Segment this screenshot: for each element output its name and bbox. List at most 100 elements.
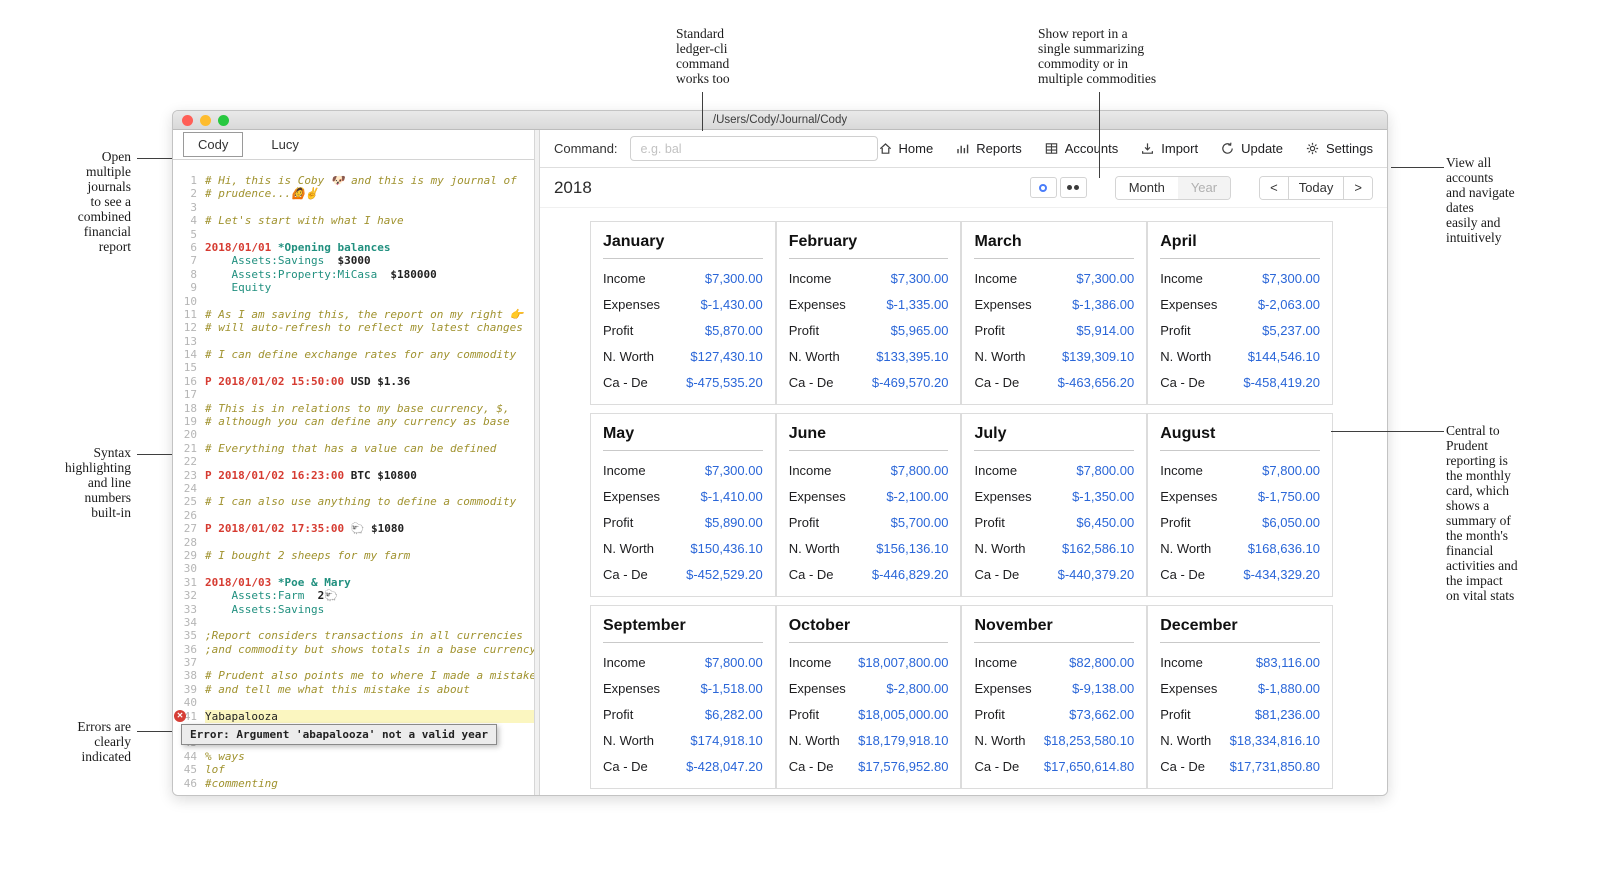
title-bar[interactable]: /Users/Cody/Journal/Cody: [173, 111, 1387, 130]
line-number: 4: [173, 214, 197, 227]
editor-line[interactable]: ✕41Yabapalooza: [173, 710, 534, 723]
month-card[interactable]: SeptemberIncome$7,800.00Expenses$-1,518.…: [590, 605, 776, 789]
today-button[interactable]: Today: [1288, 177, 1344, 199]
nav-accounts[interactable]: Accounts: [1044, 141, 1118, 156]
nav-accounts-label: Accounts: [1065, 141, 1118, 156]
editor-line[interactable]: 4# Let's start with what I have: [173, 214, 534, 227]
editor-line[interactable]: 62018/01/01 *Opening balances: [173, 241, 534, 254]
month-card[interactable]: AugustIncome$7,800.00Expenses$-1,750.00P…: [1147, 413, 1333, 597]
year-view-button[interactable]: Year: [1178, 177, 1230, 199]
prev-period-button[interactable]: <: [1260, 177, 1288, 199]
editor-line[interactable]: 30: [173, 562, 534, 575]
stat-value: $-1,880.00: [1258, 681, 1320, 696]
editor-line[interactable]: 26: [173, 509, 534, 522]
stat-row: N. Worth$168,636.10: [1160, 535, 1320, 561]
minimize-window-button[interactable]: [200, 115, 211, 126]
nav-import[interactable]: Import: [1140, 141, 1198, 156]
editor-line[interactable]: 25# I can also use anything to define a …: [173, 495, 534, 508]
editor-line[interactable]: 40: [173, 696, 534, 709]
month-stats: Income$7,800.00Expenses$-1,350.00Profit$…: [962, 451, 1146, 595]
stat-row: Profit$5,700.00: [789, 509, 949, 535]
editor-line[interactable]: 1# Hi, this is Coby 🐶 and this is my jou…: [173, 174, 534, 187]
editor-line[interactable]: 36;and commodity but shows totals in a b…: [173, 643, 534, 656]
month-card[interactable]: FebruaryIncome$7,300.00Expenses$-1,335.0…: [776, 221, 962, 405]
editor-line[interactable]: 18# This is in relations to my base curr…: [173, 402, 534, 415]
month-card[interactable]: MayIncome$7,300.00Expenses$-1,410.00Prof…: [590, 413, 776, 597]
month-card[interactable]: JanuaryIncome$7,300.00Expenses$-1,430.00…: [590, 221, 776, 405]
month-card[interactable]: MarchIncome$7,300.00Expenses$-1,386.00Pr…: [961, 221, 1147, 405]
line-code: [205, 201, 534, 214]
stat-value: $-440,379.20: [1058, 567, 1135, 582]
close-window-button[interactable]: [182, 115, 193, 126]
editor-line[interactable]: 7 Assets:Savings $3000: [173, 254, 534, 267]
editor-line[interactable]: 12# will auto-refresh to reflect my late…: [173, 321, 534, 334]
nav-settings[interactable]: Settings: [1305, 141, 1373, 156]
nav-update[interactable]: Update: [1220, 141, 1283, 156]
editor-line[interactable]: 37: [173, 656, 534, 669]
editor-line[interactable]: 45lof: [173, 763, 534, 776]
stat-row: N. Worth$144,546.10: [1160, 343, 1320, 369]
month-card[interactable]: DecemberIncome$83,116.00Expenses$-1,880.…: [1147, 605, 1333, 789]
editor-line[interactable]: 33 Assets:Savings: [173, 603, 534, 616]
editor-line[interactable]: 14# I can define exchange rates for any …: [173, 348, 534, 361]
editor-line[interactable]: 312018/01/03 *Poe & Mary: [173, 576, 534, 589]
editor-line[interactable]: 10: [173, 295, 534, 308]
multi-commodity-toggle[interactable]: [1060, 177, 1087, 198]
tab-lucy[interactable]: Lucy: [257, 133, 312, 156]
stat-label: Expenses: [974, 297, 1031, 312]
editor-line[interactable]: 32 Assets:Farm 2🐑: [173, 589, 534, 602]
month-card[interactable]: NovemberIncome$82,800.00Expenses$-9,138.…: [961, 605, 1147, 789]
editor-line[interactable]: 27P 2018/01/02 17:35:00 🐑 $1080: [173, 522, 534, 535]
editor-line[interactable]: 46#commenting: [173, 777, 534, 790]
editor-line[interactable]: 23P 2018/01/02 16:23:00 BTC $10800: [173, 469, 534, 482]
command-input[interactable]: [630, 136, 878, 161]
editor-line[interactable]: 24: [173, 482, 534, 495]
editor-line[interactable]: 21# Everything that has a value can be d…: [173, 442, 534, 455]
editor-line[interactable]: 3: [173, 201, 534, 214]
error-tooltip: Error: Argument 'abapalooza' not a valid…: [181, 724, 497, 745]
zoom-window-button[interactable]: [218, 115, 229, 126]
annotation-accounts: View all accounts and navigate dates eas…: [1446, 155, 1541, 245]
editor-line[interactable]: 8 Assets:Property:MiCasa $180000: [173, 268, 534, 281]
editor-line[interactable]: 38# Prudent also points me to where I ma…: [173, 669, 534, 682]
stat-value: $-1,750.00: [1258, 489, 1320, 504]
month-card[interactable]: OctoberIncome$18,007,800.00Expenses$-2,8…: [776, 605, 962, 789]
editor-line[interactable]: 35;Report considers transactions in all …: [173, 629, 534, 642]
editor-line[interactable]: 44% ways: [173, 750, 534, 763]
stat-value: $144,546.10: [1248, 349, 1320, 364]
editor-line[interactable]: 39# and tell me what this mistake is abo…: [173, 683, 534, 696]
editor-line[interactable]: 20: [173, 428, 534, 441]
nav-home[interactable]: Home: [878, 141, 934, 156]
stat-row: Ca - De$-469,570.20: [789, 369, 949, 395]
stat-label: Ca - De: [974, 375, 1019, 390]
editor-line[interactable]: 15: [173, 361, 534, 374]
editor-line[interactable]: 16P 2018/01/02 15:50:00 USD $1.36: [173, 375, 534, 388]
tab-cody[interactable]: Cody: [183, 132, 243, 157]
stat-value: $-1,410.00: [701, 489, 763, 504]
editor-line[interactable]: 19# although you can define any currency…: [173, 415, 534, 428]
month-title: September: [603, 606, 763, 643]
editor-line[interactable]: 22: [173, 455, 534, 468]
stat-row: Income$7,300.00: [1160, 265, 1320, 291]
nav-reports[interactable]: Reports: [955, 141, 1022, 156]
editor-line[interactable]: 11# As I am saving this, the report on m…: [173, 308, 534, 321]
single-commodity-toggle[interactable]: [1030, 177, 1057, 198]
editor-line[interactable]: 5: [173, 228, 534, 241]
editor-line[interactable]: 28: [173, 536, 534, 549]
line-code: [205, 428, 534, 441]
month-card[interactable]: JulyIncome$7,800.00Expenses$-1,350.00Pro…: [961, 413, 1147, 597]
editor-content[interactable]: Error: Argument 'abapalooza' not a valid…: [173, 160, 534, 796]
nav-reports-label: Reports: [976, 141, 1022, 156]
editor-line[interactable]: 34: [173, 616, 534, 629]
editor-line[interactable]: 17: [173, 388, 534, 401]
stat-value: $162,586.10: [1062, 541, 1134, 556]
next-period-button[interactable]: >: [1343, 177, 1372, 199]
month-view-button[interactable]: Month: [1116, 177, 1178, 199]
editor-line[interactable]: 29# I bought 2 sheeps for my farm: [173, 549, 534, 562]
editor-line[interactable]: 2# prudence...🙆✌: [173, 187, 534, 200]
editor-line[interactable]: 13: [173, 335, 534, 348]
line-code: Assets:Savings: [205, 603, 534, 616]
month-card[interactable]: AprilIncome$7,300.00Expenses$-2,063.00Pr…: [1147, 221, 1333, 405]
editor-line[interactable]: 9 Equity: [173, 281, 534, 294]
month-card[interactable]: JuneIncome$7,800.00Expenses$-2,100.00Pro…: [776, 413, 962, 597]
